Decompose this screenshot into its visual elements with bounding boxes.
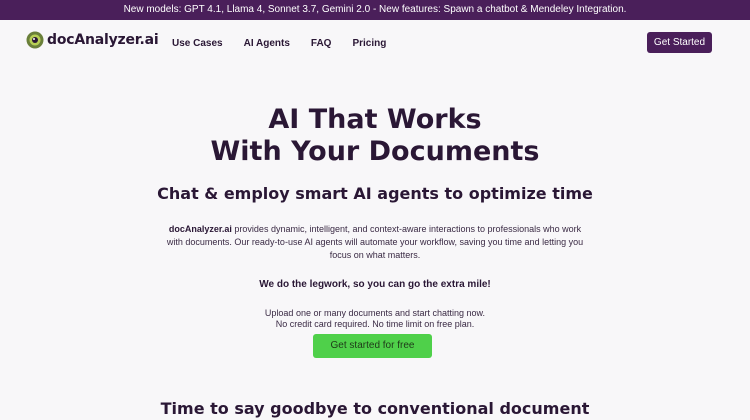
nav-ai-agents[interactable]: AI Agents [244,38,290,49]
logo-text: docAnalyzer.ai [47,32,159,48]
nav-links: Use Cases AI Agents FAQ Pricing [172,38,407,49]
upload-note-line2: No credit card required. No time limit o… [275,319,475,329]
hero-tagline: We do the legwork, so you can go the ext… [259,279,491,290]
hero-title-line2: With Your Documents [210,136,540,167]
announcement-bar: New models: GPT 4.1, Llama 4, Sonnet 3.7… [0,0,750,20]
hero-subtitle: Chat & employ smart AI agents to optimiz… [157,184,593,203]
upload-note-line1: Upload one or many documents and start c… [264,308,486,318]
section-title: Time to say goodbye to conventional docu… [160,399,590,418]
hero-description-brand: docAnalyzer.ai [168,224,232,234]
nav-use-cases[interactable]: Use Cases [172,38,223,49]
nav-faq[interactable]: FAQ [311,38,332,49]
announcement-text: New models: GPT 4.1, Llama 4, Sonnet 3.7… [123,4,627,15]
logo-icon [26,31,44,49]
nav-pricing[interactable]: Pricing [352,38,386,49]
top-nav: docAnalyzer.ai Use Cases AI Agents FAQ P… [0,20,750,68]
hero-title-line1: AI That Works [268,104,482,135]
logo[interactable]: docAnalyzer.ai [25,29,159,51]
upload-note: Upload one or many documents and start c… [0,308,750,330]
get-started-button[interactable]: Get Started [647,32,712,53]
hero-description: docAnalyzer.ai provides dynamic, intelli… [165,223,585,262]
get-started-free-button[interactable]: Get started for free [313,334,432,358]
hero-title: AI That Works With Your Documents [0,104,750,168]
